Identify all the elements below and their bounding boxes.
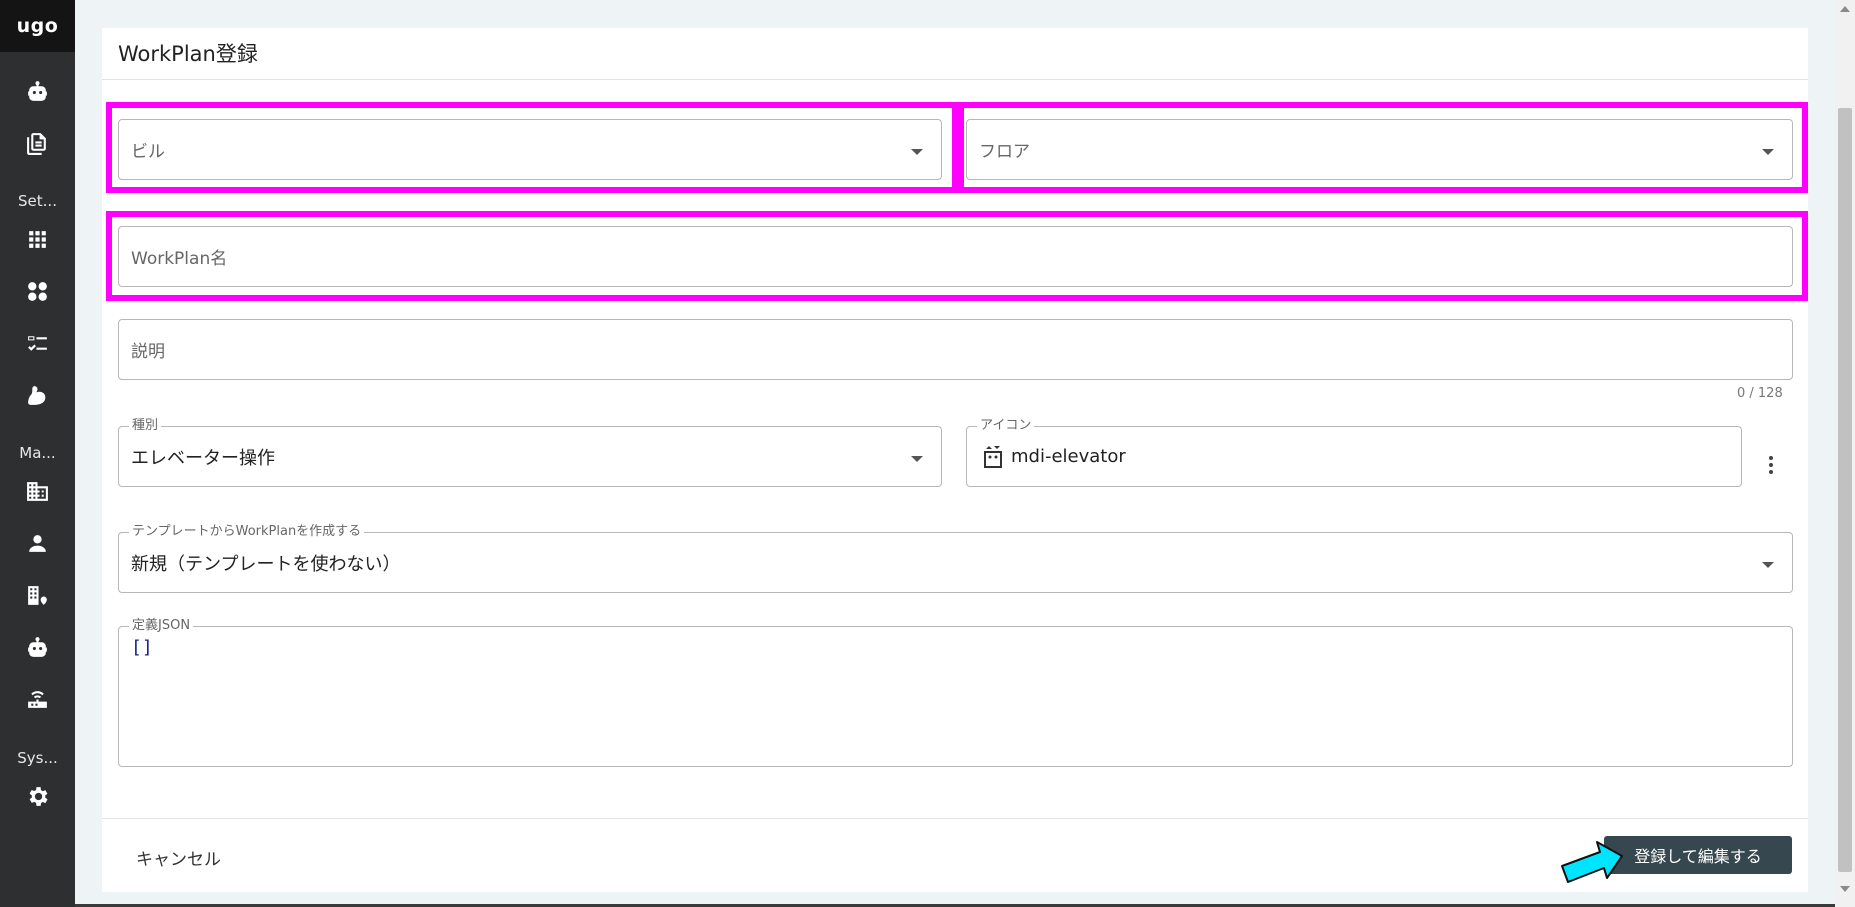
sidebar: ugo Set... Ma... Sys...: [0, 0, 75, 907]
icon-input-content: mdi-elevator: [983, 427, 1126, 486]
sidebar-section-system: Sys...: [17, 749, 58, 767]
building-location-icon[interactable]: [20, 578, 54, 612]
scroll-up-icon[interactable]: [1840, 6, 1850, 12]
json-definition-value: []: [131, 637, 153, 658]
arm-icon[interactable]: [20, 378, 54, 412]
chevron-down-icon: [1762, 148, 1774, 155]
building-select-placeholder: ビル: [131, 142, 165, 162]
router-icon[interactable]: [20, 682, 54, 716]
json-definition-label: 定義JSON: [129, 618, 194, 634]
app-logo[interactable]: ugo: [0, 0, 75, 52]
icon-input-value: mdi-elevator: [1011, 446, 1126, 467]
person-icon[interactable]: [20, 526, 54, 560]
fan-icon[interactable]: [20, 274, 54, 308]
page-title: WorkPlan登録: [118, 42, 258, 66]
json-definition-editor[interactable]: 定義JSON []: [118, 618, 1793, 767]
description-input[interactable]: 説明: [118, 319, 1793, 380]
title-divider: [102, 79, 1808, 80]
floor-select[interactable]: フロア: [966, 119, 1793, 180]
description-char-counter: 0 / 128: [1737, 386, 1783, 401]
cancel-button[interactable]: キャンセル: [122, 838, 235, 876]
template-select[interactable]: テンプレートからWorkPlanを作成する 新規（テンプレートを使わない）: [118, 524, 1793, 593]
elevator-icon: [984, 445, 1002, 468]
more-vert-icon[interactable]: [1756, 450, 1786, 480]
template-select-value: 新規（テンプレートを使わない）: [131, 553, 401, 575]
workplan-form-card: WorkPlan登録 ビル フロア WorkPlan名 説明 0 / 128 種…: [102, 28, 1808, 892]
gear-icon[interactable]: [20, 779, 54, 813]
workplan-name-placeholder: WorkPlan名: [131, 249, 228, 269]
checklist-icon[interactable]: [20, 326, 54, 360]
workplan-name-input[interactable]: WorkPlan名: [118, 226, 1793, 287]
description-placeholder: 説明: [131, 342, 165, 362]
page-scrollbar[interactable]: [1835, 0, 1855, 907]
scroll-thumb[interactable]: [1838, 108, 1852, 872]
sidebar-section-settings: Set...: [18, 192, 57, 210]
grid-icon[interactable]: [20, 222, 54, 256]
footer-divider: [102, 818, 1808, 819]
pointer-arrow-icon: [1561, 841, 1623, 883]
type-select-value: エレベーター操作: [131, 447, 275, 469]
type-select[interactable]: 種別 エレベーター操作: [118, 418, 942, 487]
icon-input[interactable]: アイコン mdi-elevator: [966, 418, 1742, 487]
chevron-down-icon: [911, 455, 923, 462]
floor-select-placeholder: フロア: [979, 142, 1030, 162]
building-icon[interactable]: [20, 474, 54, 508]
sidebar-section-management: Ma...: [19, 444, 56, 462]
robot-icon[interactable]: [20, 74, 54, 108]
robot-icon[interactable]: [20, 630, 54, 664]
document-icon[interactable]: [20, 126, 54, 160]
register-and-edit-button[interactable]: 登録して編集する: [1604, 836, 1792, 874]
chevron-down-icon: [911, 148, 923, 155]
chevron-down-icon: [1762, 561, 1774, 568]
building-select[interactable]: ビル: [118, 119, 942, 180]
scroll-down-icon[interactable]: [1840, 886, 1850, 892]
